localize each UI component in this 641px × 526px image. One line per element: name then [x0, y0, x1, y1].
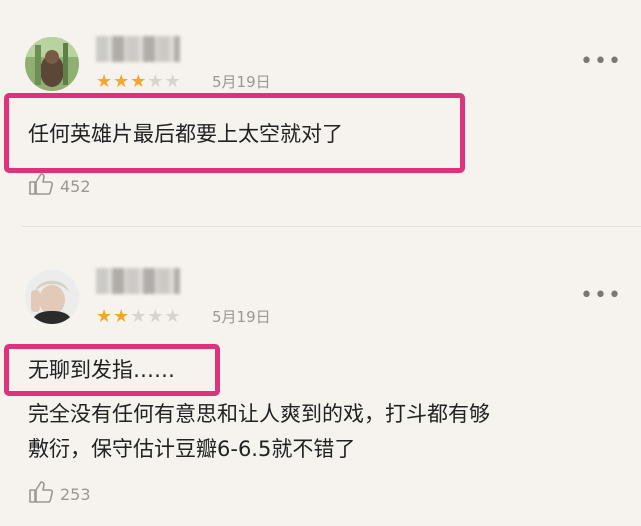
review-date: 5月19日	[212, 73, 271, 91]
more-options-icon[interactable]: •••	[580, 285, 622, 307]
like-count: 452	[60, 176, 91, 196]
like-count: 253	[60, 484, 91, 504]
username-blurred[interactable]	[96, 268, 180, 294]
review-text-line-1: 无聊到发指……	[28, 358, 175, 382]
like-button[interactable]: 452	[28, 172, 91, 200]
review-card-2: ★★★★★ 5月19日 ••• 无聊到发指…… 完全没有任何有意思和让人爽到的戏…	[0, 226, 641, 526]
avatar[interactable]	[25, 37, 79, 91]
review-card-1: ★★★★★ 5月19日 ••• 任何英雄片最后都要上太空就对了 452	[0, 0, 641, 226]
thumbs-up-icon	[28, 172, 54, 200]
like-button[interactable]: 253	[28, 480, 91, 508]
more-options-icon[interactable]: •••	[580, 51, 622, 73]
rating-stars: ★★★★★	[96, 306, 182, 327]
thumbs-up-icon	[28, 480, 54, 508]
review-text-line-3: 敷衍，保守估计豆瓣6-6.5就不错了	[28, 437, 356, 461]
review-text: 任何英雄片最后都要上太空就对了	[28, 122, 343, 146]
review-date: 5月19日	[212, 308, 271, 326]
review-text-line-2: 完全没有任何有意思和让人爽到的戏，打斗都有够	[28, 402, 490, 426]
avatar[interactable]	[25, 270, 79, 324]
rating-stars: ★★★★★	[96, 71, 182, 92]
username-blurred[interactable]	[96, 36, 180, 62]
